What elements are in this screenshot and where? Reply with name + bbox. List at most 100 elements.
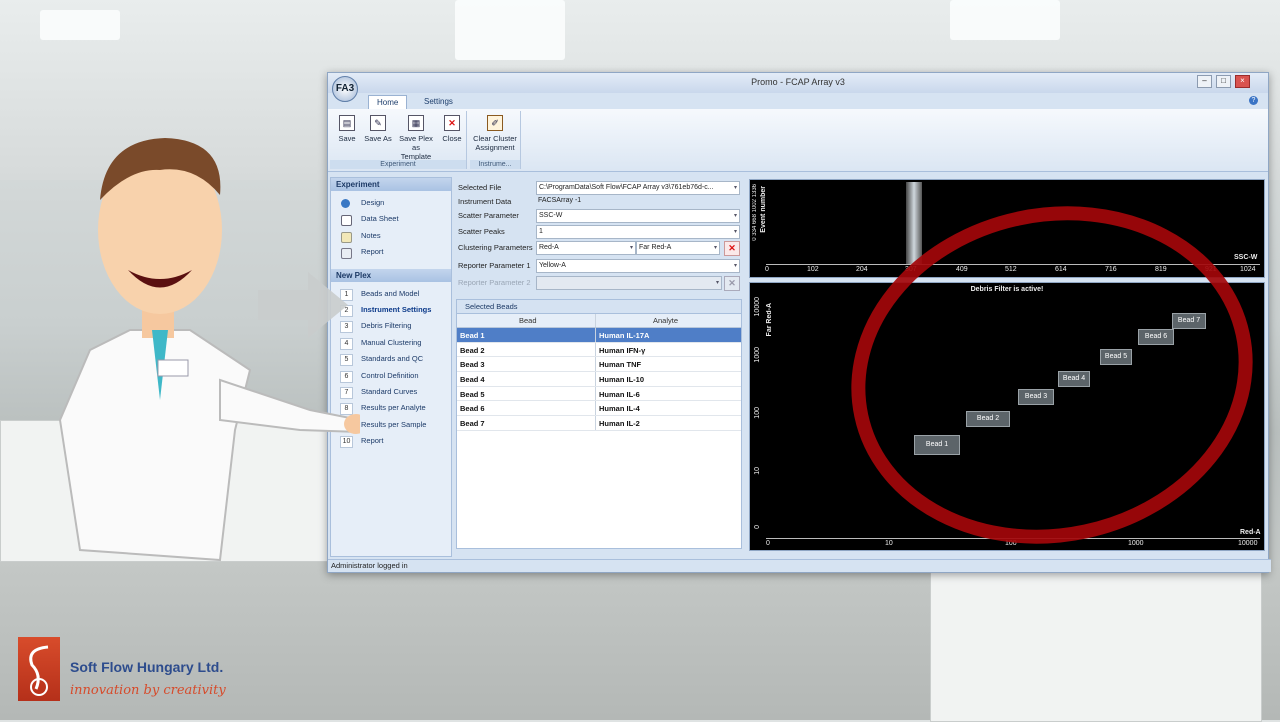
sidebar-item-label: Report [361, 436, 384, 446]
scatter-parameter-value: SSC-W [539, 212, 563, 219]
sidebar-item-label: Standard Curves [361, 386, 418, 396]
clear-cluster-button[interactable]: ✐ Clear Cluster Assignment [470, 115, 520, 152]
column-divider [595, 386, 596, 401]
save-plex-template-label: Save Plex as Template [399, 134, 433, 161]
selected-beads-panel: Selected Beads Bead Analyte Bead 1 Human … [456, 299, 742, 549]
chevron-down-icon: ▾ [629, 245, 633, 251]
sidebar-item-label: Results per Analyte [361, 403, 426, 413]
soft-flow-logo-icon [18, 637, 60, 701]
column-divider [595, 416, 596, 430]
bead-name: Bead 7 [460, 419, 485, 429]
table-row[interactable]: Bead 5 Human IL-6 [457, 386, 741, 402]
y-tick-labels: 0 334 668 1002 1336 [752, 184, 758, 241]
instrument-settings-form: Selected File C:\ProgramData\Soft Flow\F… [456, 177, 744, 297]
status-bar: Administrator logged in [328, 559, 1271, 572]
reporter-parameter-1-value: Yellow-A [539, 262, 566, 269]
table-row[interactable]: Bead 1 Human IL-17A [457, 328, 741, 343]
sidebar-item-label: Standards and QC [361, 354, 424, 364]
column-divider [595, 328, 596, 342]
bead-name: Bead 2 [460, 345, 485, 355]
sidebar-item-label: Instrument Settings [361, 304, 432, 314]
clustering-parameters-label: Clustering Parameters [458, 243, 533, 252]
remove-reporter-button[interactable]: ✕ [724, 276, 740, 291]
save-as-button[interactable]: ✎ Save As [362, 115, 394, 143]
bead-name: Bead 6 [460, 404, 485, 414]
window-title: Promo - FCAP Array v3 [751, 77, 845, 87]
column-divider [595, 314, 596, 327]
sidebar-item-label: Control Definition [361, 370, 419, 380]
save-as-label: Save As [364, 134, 392, 143]
reporter-parameter-1-row: Reporter Parameter 1 Yellow-A ▾ [458, 259, 744, 273]
sidebar-item-label: Data Sheet [361, 214, 399, 224]
y-axis-label: Far Red-A [766, 303, 773, 337]
sidebar-item-label: Results per Sample [361, 419, 427, 429]
reporter-parameter-2-select[interactable]: ▾ [536, 276, 722, 290]
scatter-parameter-row: Scatter Parameter SSC-W ▾ [458, 209, 744, 223]
analyte-name: Human IL-10 [599, 375, 645, 385]
clustering-parameter-1-select[interactable]: Red-A ▾ [536, 241, 636, 255]
minimize-button[interactable]: – [1197, 75, 1212, 88]
chevron-down-icon: ▾ [715, 280, 719, 286]
close-icon: ✕ [444, 115, 460, 131]
column-header-analyte: Analyte [653, 316, 679, 325]
table-row[interactable]: Bead 2 Human IFN-γ [457, 342, 741, 358]
pointer-arrow-icon [258, 272, 348, 338]
save-plex-template-button[interactable]: ▦ Save Plex as Template [396, 115, 436, 161]
reporter-parameter-2-row: Reporter Parameter 2 ▾ ✕ [458, 276, 744, 291]
sidebar-item-label: Design [361, 198, 385, 207]
analyte-name: Human IL-2 [599, 419, 640, 429]
scatter-parameter-select[interactable]: SSC-W ▾ [536, 209, 740, 223]
app-logo-icon[interactable]: FA3 [332, 76, 358, 102]
chevron-down-icon: ▾ [733, 263, 737, 269]
table-row[interactable]: Bead 7 Human IL-2 [457, 416, 741, 431]
scatter-peaks-label: Scatter Peaks [458, 227, 505, 236]
instrument-data-row: Instrument Data FACSArray -1 [458, 195, 744, 209]
selected-beads-title: Selected Beads [457, 300, 741, 314]
reporter-parameter-1-select[interactable]: Yellow-A ▾ [536, 259, 740, 273]
company-slogan: innovation by creativity [70, 683, 226, 698]
column-divider [595, 342, 596, 357]
selected-file-row: Selected File C:\ProgramData\Soft Flow\F… [458, 181, 744, 195]
chevron-down-icon: ▾ [733, 229, 737, 235]
save-template-icon: ▦ [408, 115, 424, 131]
tab-home[interactable]: Home [368, 95, 408, 110]
scatter-peaks-select[interactable]: 1 ▾ [536, 225, 740, 239]
scatter-parameter-label: Scatter Parameter [458, 211, 519, 220]
sidebar-item-label: Debris Filtering [361, 321, 412, 331]
maximize-button[interactable]: □ [1216, 75, 1231, 88]
scatter-peaks-value: 1 [539, 228, 543, 235]
x-tick-label: 0 [766, 540, 770, 547]
clustering-parameter-1-value: Red-A [539, 244, 559, 251]
help-icon[interactable]: ? [1249, 96, 1258, 105]
ceiling-light [455, 0, 565, 60]
remove-clustering-button[interactable]: ✕ [724, 241, 740, 256]
column-header-bead: Bead [519, 316, 537, 325]
sidebar-item-label: Report [361, 247, 384, 257]
ribbon-group-instrument: ✐ Clear Cluster Assignment Instrume... [470, 111, 521, 169]
clustering-parameters-row: Clustering Parameters Red-A ▾ Far Red-A ▾ … [458, 241, 744, 256]
y-tick-label: 100 [754, 407, 761, 419]
title-bar: Promo - FCAP Array v3 – □ × [328, 73, 1268, 93]
ceiling-light [950, 0, 1060, 40]
y-tick-label: 10 [754, 467, 761, 475]
close-button[interactable]: ✕ Close [440, 115, 464, 143]
broom-icon: ✐ [487, 115, 503, 131]
y-tick-label: 10000 [754, 297, 761, 317]
clustering-parameter-2-value: Far Red-A [639, 244, 672, 251]
analyte-name: Human TNF [599, 360, 642, 370]
company-name: Soft Flow Hungary Ltd. [70, 659, 224, 675]
x-tick-label: 0 [765, 266, 769, 273]
selected-file-label: Selected File [458, 183, 502, 192]
beads-table-header: Bead Analyte [457, 314, 741, 328]
instrument-data-label: Instrument Data [458, 197, 512, 206]
y-tick-label: 0 [754, 525, 761, 529]
selected-file-field[interactable]: C:\ProgramData\Soft Flow\FCAP Array v3\7… [536, 181, 740, 195]
save-as-icon: ✎ [370, 115, 386, 131]
close-window-button[interactable]: × [1235, 75, 1250, 88]
tab-settings[interactable]: Settings [416, 95, 461, 109]
table-row[interactable]: Bead 6 Human IL-4 [457, 401, 741, 417]
table-row[interactable]: Bead 3 Human TNF [457, 357, 741, 373]
table-row[interactable]: Bead 4 Human IL-10 [457, 372, 741, 387]
clustering-parameter-2-select[interactable]: Far Red-A ▾ [636, 241, 720, 255]
analyte-name: Human IL-4 [599, 404, 640, 414]
